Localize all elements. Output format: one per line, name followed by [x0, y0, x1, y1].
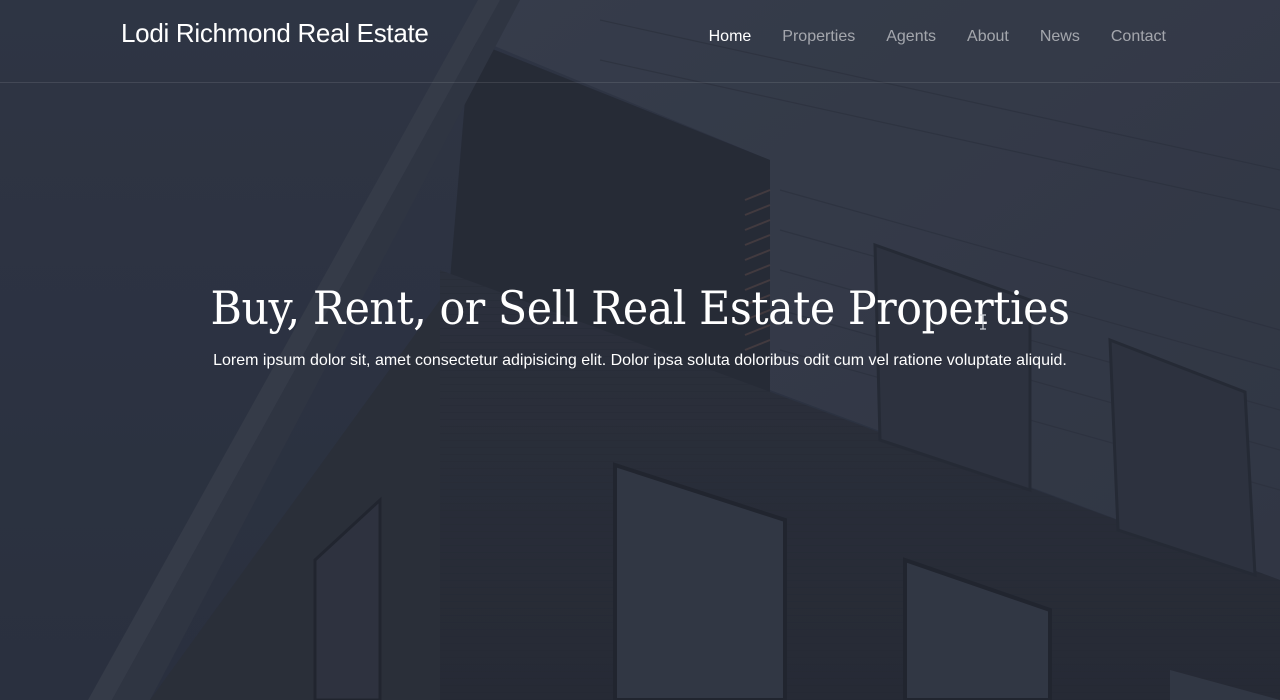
nav-link-agents[interactable]: Agents: [886, 28, 936, 45]
nav-link-news[interactable]: News: [1040, 28, 1080, 45]
nav-item-properties: Properties: [782, 28, 855, 46]
nav-item-home: Home: [709, 28, 752, 46]
hero-section: Lodi Richmond Real Estate Home Propertie…: [0, 0, 1280, 700]
hero-subtitle: Lorem ipsum dolor sit, amet consectetur …: [213, 352, 1067, 369]
site-logo-link[interactable]: Lodi Richmond Real Estate: [121, 18, 429, 49]
nav-link-contact[interactable]: Contact: [1111, 28, 1166, 45]
nav-item-about: About: [967, 28, 1009, 46]
nav-item-contact: Contact: [1111, 28, 1166, 46]
hero-content: Buy, Rent, or Sell Real Estate Propertie…: [0, 278, 1280, 370]
hero-title: Buy, Rent, or Sell Real Estate Propertie…: [210, 281, 1070, 335]
nav-link-properties[interactable]: Properties: [782, 28, 855, 45]
site-header: Lodi Richmond Real Estate Home Propertie…: [0, 0, 1280, 83]
main-nav: Home Properties Agents About News Contac…: [678, 28, 1166, 46]
nav-link-home[interactable]: Home: [709, 28, 752, 45]
text-cursor-icon: [980, 314, 986, 330]
nav-item-news: News: [1040, 28, 1080, 46]
nav-item-agents: Agents: [886, 28, 936, 46]
nav-link-about[interactable]: About: [967, 28, 1009, 45]
